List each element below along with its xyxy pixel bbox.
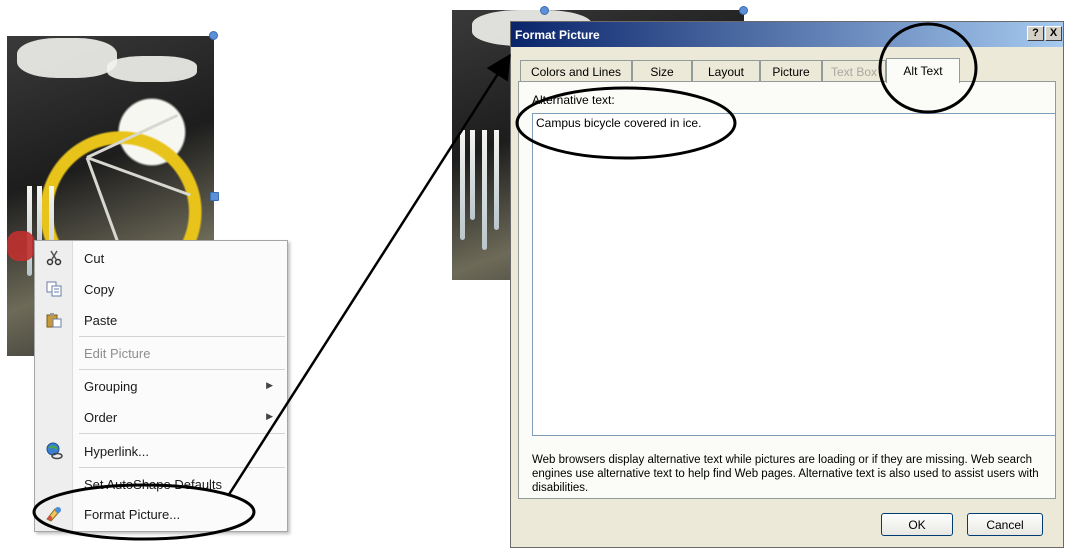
menu-item-label: Set AutoShape Defaults	[84, 476, 223, 492]
alt-text-panel: Alternative text: Campus bicycle covered…	[518, 81, 1056, 499]
menu-item-hyperlink[interactable]: Hyperlink...	[35, 437, 287, 465]
menu-item-edit-picture: Edit Picture	[35, 339, 287, 367]
menu-item-grouping[interactable]: Grouping ▶	[35, 372, 287, 400]
menu-item-label: Copy	[84, 281, 115, 297]
menu-item-label: Cut	[84, 250, 105, 266]
tab-alt-text[interactable]: Alt Text	[886, 58, 960, 83]
alternative-text-label: Alternative text:	[532, 93, 615, 107]
menu-item-set-autoshape-defaults[interactable]: Set AutoShape Defaults	[35, 470, 287, 498]
menu-item-label: Grouping	[84, 378, 138, 394]
format-picture-icon	[45, 505, 63, 523]
menu-item-label: Order	[84, 409, 118, 425]
dialog-titlebar[interactable]: Format Picture	[511, 22, 1063, 47]
selection-handle[interactable]	[739, 6, 748, 15]
submenu-arrow-icon: ▶	[266, 381, 273, 391]
alternative-text-input[interactable]: Campus bicycle covered in ice.	[532, 113, 1056, 436]
tab-colors-and-lines[interactable]: Colors and Lines	[520, 60, 632, 82]
menu-item-format-picture[interactable]: Format Picture...	[35, 500, 287, 528]
alt-text-help: Web browsers display alternative text wh…	[532, 454, 1039, 494]
dialog-title: Format Picture	[515, 27, 600, 42]
format-picture-dialog: Format Picture ? X Colors and Lines Size…	[510, 21, 1064, 548]
tab-size[interactable]: Size	[632, 60, 692, 82]
menu-item-cut[interactable]: Cut	[35, 244, 287, 272]
hyperlink-icon	[45, 442, 63, 460]
menu-separator	[79, 467, 285, 468]
menu-item-label: Paste	[84, 312, 118, 328]
menu-item-order[interactable]: Order ▶	[35, 403, 287, 431]
menu-item-label: Edit Picture	[84, 345, 151, 361]
copy-icon	[45, 280, 63, 298]
ok-button[interactable]: OK	[881, 513, 953, 536]
scissors-icon	[45, 249, 63, 267]
submenu-arrow-icon: ▶	[266, 412, 273, 422]
menu-item-label: Hyperlink...	[84, 443, 150, 459]
context-menu: Cut Copy Paste Edit Picture Grouping ▶ O…	[34, 240, 288, 532]
cancel-button[interactable]: Cancel	[967, 513, 1043, 536]
tab-layout[interactable]: Layout	[692, 60, 760, 82]
menu-separator	[79, 369, 285, 370]
close-button[interactable]: X	[1045, 26, 1062, 41]
selection-handle[interactable]	[540, 6, 549, 15]
selection-handle[interactable]	[209, 31, 218, 40]
paste-icon	[45, 311, 63, 329]
menu-separator	[79, 433, 285, 434]
menu-item-copy[interactable]: Copy	[35, 275, 287, 303]
tab-text-box: Text Box	[822, 60, 886, 82]
menu-item-label: Format Picture...	[84, 506, 181, 522]
tab-picture[interactable]: Picture	[760, 60, 822, 82]
help-button[interactable]: ?	[1027, 26, 1044, 41]
menu-separator	[79, 336, 285, 337]
menu-item-paste[interactable]: Paste	[35, 306, 287, 334]
selection-handle[interactable]	[210, 192, 219, 201]
